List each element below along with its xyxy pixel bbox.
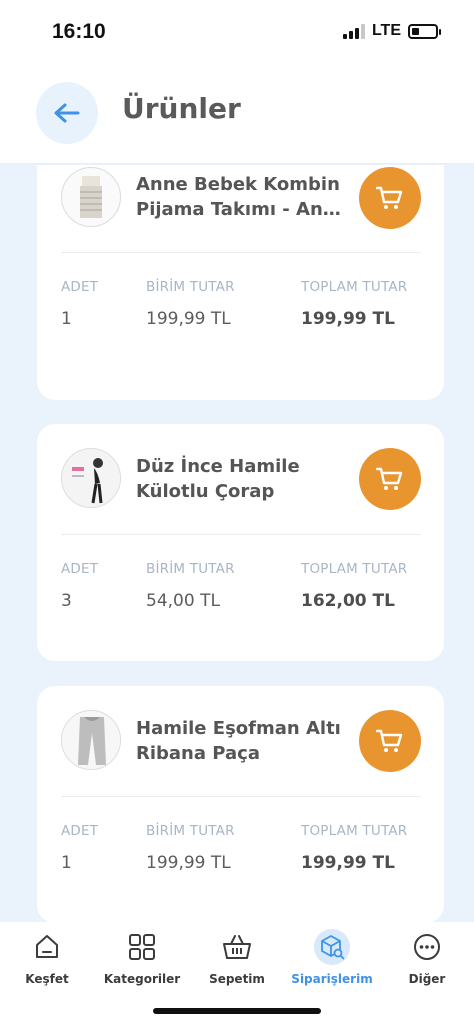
status-time: 16:10 bbox=[52, 20, 106, 43]
tab-diger[interactable]: Diğer bbox=[382, 930, 472, 986]
unit-price-value: 199,99 TL bbox=[146, 853, 231, 873]
header: Ürünler bbox=[0, 62, 474, 164]
cart-icon bbox=[376, 729, 403, 752]
back-button[interactable] bbox=[36, 82, 98, 144]
tab-siparislerim[interactable]: Siparişlerim bbox=[287, 929, 377, 986]
battery-icon bbox=[408, 23, 441, 39]
add-to-cart-button[interactable] bbox=[359, 710, 421, 772]
network-label: LTE bbox=[371, 22, 401, 39]
qty-value: 1 bbox=[61, 309, 72, 329]
total-price-value: 199,99 TL bbox=[301, 853, 395, 873]
qty-value: 1 bbox=[61, 853, 72, 873]
qty-label: ADET bbox=[61, 823, 99, 839]
unit-price-value: 54,00 TL bbox=[146, 591, 220, 611]
tab-label: Siparişlerim bbox=[291, 972, 373, 986]
product-name-line1: Düz İnce Hamile bbox=[136, 456, 300, 477]
status-indicators: LTE bbox=[342, 22, 441, 40]
product-name-line2: Pijama Takımı - Anne… bbox=[136, 199, 351, 220]
add-to-cart-button[interactable] bbox=[359, 167, 421, 229]
more-icon bbox=[414, 934, 440, 960]
total-price-label: TOPLAM TUTAR bbox=[301, 823, 408, 839]
tab-kategoriler[interactable]: Kategoriler bbox=[97, 930, 187, 986]
product-image[interactable] bbox=[61, 167, 121, 227]
tab-label: Sepetim bbox=[209, 972, 265, 986]
product-name[interactable]: Düz İnce Hamile Külotlu Çorap bbox=[136, 454, 351, 504]
product-image[interactable] bbox=[61, 448, 121, 508]
box-search-icon bbox=[321, 935, 345, 960]
order-items-list[interactable]: Anne Bebek Kombin Pijama Takımı - Anne… … bbox=[0, 165, 474, 922]
divider bbox=[61, 796, 421, 797]
divider bbox=[61, 252, 421, 253]
page-title: Ürünler bbox=[122, 92, 241, 125]
cart-icon bbox=[376, 467, 403, 490]
tab-label: Kategoriler bbox=[103, 972, 181, 986]
qty-label: ADET bbox=[61, 561, 99, 577]
tab-kesfet[interactable]: Keşfet bbox=[2, 930, 92, 986]
qty-value: 3 bbox=[61, 591, 72, 611]
product-name[interactable]: Anne Bebek Kombin Pijama Takımı - Anne… bbox=[136, 172, 351, 222]
cart-icon bbox=[376, 186, 403, 209]
unit-price-label: BİRİM TUTAR bbox=[146, 823, 235, 839]
total-price-value: 199,99 TL bbox=[301, 309, 395, 329]
total-price-value: 162,00 TL bbox=[301, 591, 395, 611]
product-name-line1: Hamile Eşofman Altı bbox=[136, 718, 341, 739]
basket-icon bbox=[223, 935, 251, 959]
status-bar: 16:10 LTE bbox=[0, 0, 474, 62]
qty-label: ADET bbox=[61, 279, 99, 295]
product-name[interactable]: Hamile Eşofman Altı Ribana Paça bbox=[136, 716, 351, 766]
total-price-label: TOPLAM TUTAR bbox=[301, 279, 408, 295]
product-name-line2: Külotlu Çorap bbox=[136, 481, 275, 502]
product-name-line1: Anne Bebek Kombin bbox=[136, 174, 340, 195]
tab-label: Diğer bbox=[408, 972, 446, 986]
order-item-card: Anne Bebek Kombin Pijama Takımı - Anne… … bbox=[37, 165, 444, 400]
divider bbox=[61, 534, 421, 535]
unit-price-value: 199,99 TL bbox=[146, 309, 231, 329]
unit-price-label: BİRİM TUTAR bbox=[146, 561, 235, 577]
order-item-card: Hamile Eşofman Altı Ribana Paça ADET BİR… bbox=[37, 686, 444, 922]
tab-label: Keşfet bbox=[25, 972, 69, 986]
tab-sepetim[interactable]: Sepetim bbox=[192, 930, 282, 986]
arrow-left-icon bbox=[54, 103, 80, 123]
home-icon bbox=[36, 935, 58, 958]
product-image[interactable] bbox=[61, 710, 121, 770]
product-name-line2: Ribana Paça bbox=[136, 743, 260, 764]
unit-price-label: BİRİM TUTAR bbox=[146, 279, 235, 295]
total-price-label: TOPLAM TUTAR bbox=[301, 561, 408, 577]
home-indicator bbox=[153, 1008, 321, 1014]
order-item-card: Düz İnce Hamile Külotlu Çorap ADET BİRİM… bbox=[37, 424, 444, 661]
grid-icon bbox=[129, 934, 155, 960]
add-to-cart-button[interactable] bbox=[359, 448, 421, 510]
signal-icon bbox=[342, 23, 365, 39]
